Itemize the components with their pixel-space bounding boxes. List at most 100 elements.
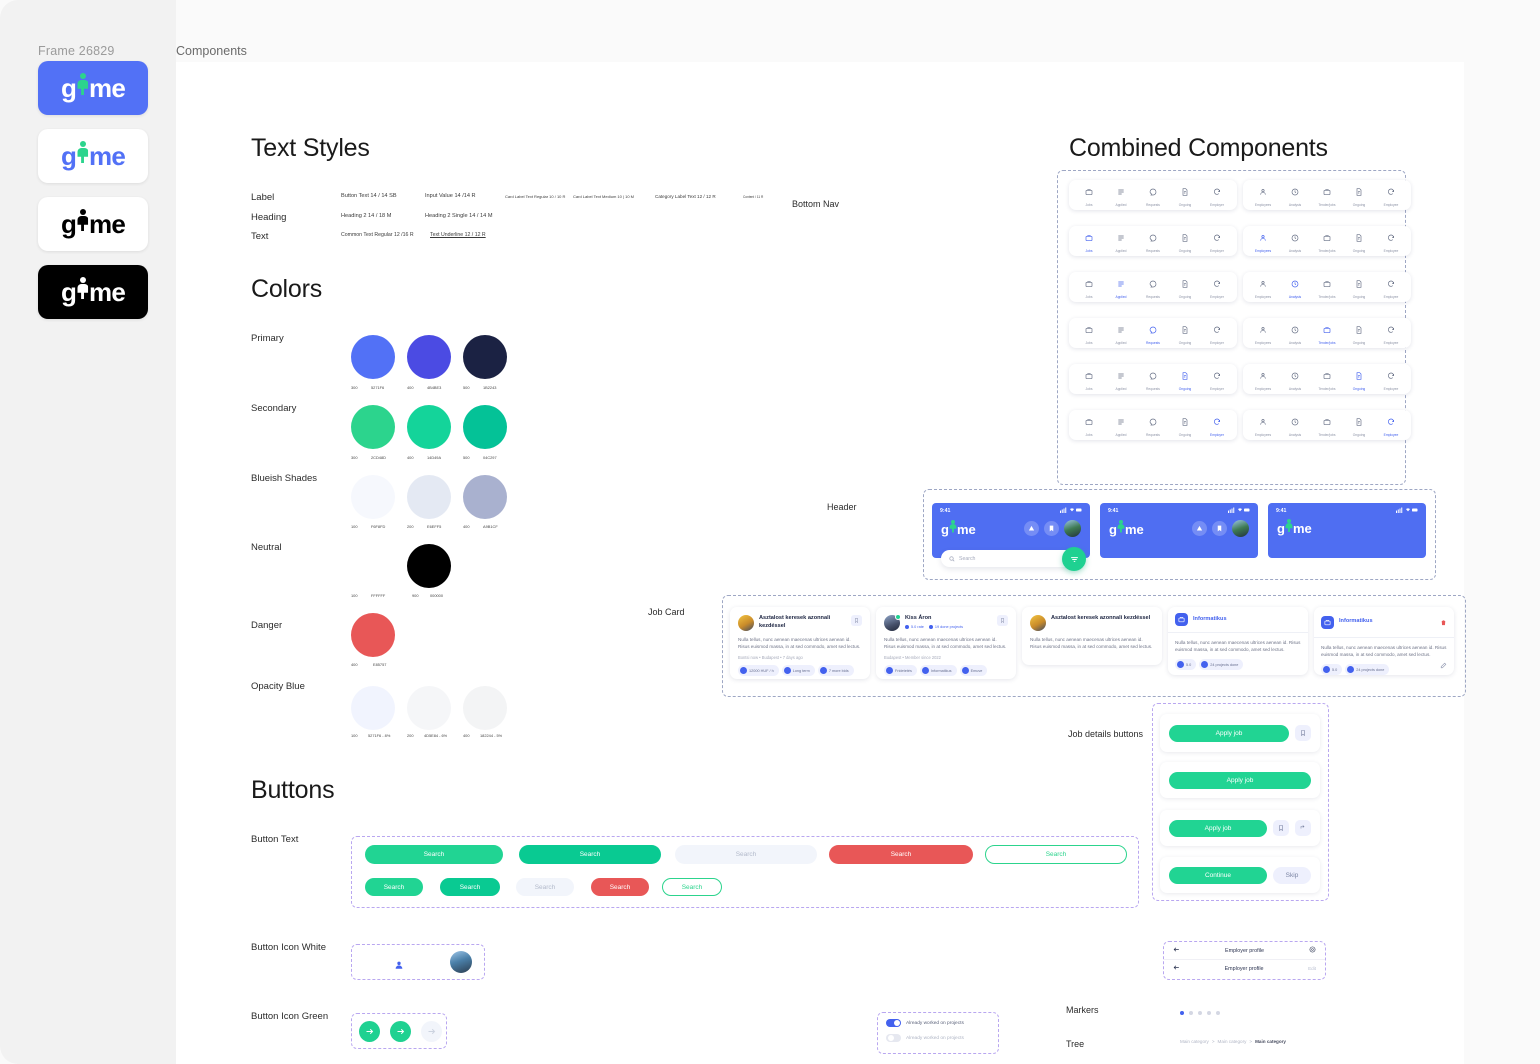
nav-item-jobs[interactable]: Jobs <box>1074 321 1105 345</box>
nav-item-ongoing[interactable]: Ongoing <box>1344 367 1375 391</box>
nav-item-analysis[interactable]: Analysis <box>1280 229 1311 253</box>
nav-item-applied[interactable]: Applied <box>1106 229 1137 253</box>
back-arrow-icon[interactable] <box>1173 964 1180 973</box>
nav-item-tender-jobs[interactable]: Tender/jobs <box>1312 229 1343 253</box>
swatch-secondary-500[interactable] <box>463 405 507 449</box>
nav-item-employee[interactable]: Employee <box>1376 183 1407 207</box>
job-card-5[interactable]: Informatikus Nulla tellus, nunc aenean m… <box>1314 607 1454 676</box>
swatch-danger-400[interactable] <box>351 613 395 657</box>
nav-item-employer[interactable]: Employer <box>1202 275 1233 299</box>
nav-item-jobs[interactable]: Jobs <box>1074 229 1105 253</box>
button-search-sm-danger[interactable]: Search <box>591 878 649 896</box>
nav-item-tender-jobs[interactable]: Tender/jobs <box>1312 275 1343 299</box>
continue-button[interactable]: Continue <box>1169 866 1267 884</box>
toggle-switch-off[interactable] <box>886 1034 901 1042</box>
share-icon[interactable] <box>1295 820 1311 836</box>
swatch-opacity-200[interactable] <box>407 686 451 730</box>
swatch-secondary-300[interactable] <box>351 405 395 449</box>
nav-item-employees[interactable]: Employees <box>1248 183 1279 207</box>
person-add-icon[interactable] <box>394 957 404 975</box>
marker-dot[interactable] <box>1216 1011 1220 1015</box>
nav-item-requests[interactable]: Requests <box>1138 229 1169 253</box>
settings-icon[interactable] <box>1309 946 1316 955</box>
edit-action[interactable]: Edit <box>1308 966 1316 971</box>
marker-dot[interactable] <box>1189 1011 1193 1015</box>
tree-breadcrumb[interactable]: Main category > Main category > Main categor… <box>1180 1039 1286 1044</box>
job-card-4[interactable]: Informatikus Nulla tellus, nunc aenean m… <box>1168 607 1308 675</box>
green-icon-button-disabled[interactable] <box>421 1021 442 1042</box>
nav-item-tender-jobs[interactable]: Tender/jobs <box>1312 183 1343 207</box>
nav-item-employee[interactable]: Employee <box>1376 229 1407 253</box>
swatch-blueish-200[interactable] <box>407 475 451 519</box>
nav-item-ongoing[interactable]: Ongoing <box>1344 183 1375 207</box>
nav-item-analysis[interactable]: Analysis <box>1280 183 1311 207</box>
job-card-3[interactable]: Asztalost keresek azonnali kezdéssel Nul… <box>1022 607 1162 665</box>
nav-item-analysis[interactable]: Analysis <box>1280 367 1311 391</box>
nav-item-requests[interactable]: Requests <box>1138 183 1169 207</box>
breadcrumb-crumb[interactable]: Main category <box>1255 1039 1286 1044</box>
nav-item-requests[interactable]: Requests <box>1138 367 1169 391</box>
nav-item-employer[interactable]: Employer <box>1202 229 1233 253</box>
nav-item-employees[interactable]: Employees <box>1248 413 1279 437</box>
button-search-sm-ghost[interactable]: Search <box>516 878 574 896</box>
notification-icon[interactable] <box>1024 521 1039 536</box>
job-card-2[interactable]: Kiss Áron 5.0 rate 19 done projects Null… <box>876 607 1016 679</box>
bookmark-icon[interactable] <box>997 615 1008 626</box>
nav-item-tender-jobs[interactable]: Tender/jobs <box>1312 413 1343 437</box>
nav-item-ongoing[interactable]: Ongoing <box>1344 275 1375 299</box>
edit-icon[interactable] <box>1440 656 1447 674</box>
nav-item-requests[interactable]: Requests <box>1138 321 1169 345</box>
button-search-sm-primary-green[interactable]: Search <box>365 878 423 896</box>
apply-job-button[interactable]: Apply job <box>1169 724 1289 742</box>
swatch-primary-500[interactable] <box>463 335 507 379</box>
nav-item-ongoing[interactable]: Ongoing <box>1170 183 1201 207</box>
nav-item-jobs[interactable]: Jobs <box>1074 275 1105 299</box>
logo-variant-white-color[interactable]: g me <box>38 129 148 183</box>
bookmark-icon[interactable] <box>851 615 862 626</box>
nav-item-jobs[interactable]: Jobs <box>1074 367 1105 391</box>
swatch-opacity-100[interactable] <box>351 686 395 730</box>
nav-item-applied[interactable]: Applied <box>1106 413 1137 437</box>
button-search-sm-deep-green[interactable]: Search <box>440 878 500 896</box>
nav-item-requests[interactable]: Requests <box>1138 275 1169 299</box>
marker-dot[interactable] <box>1180 1011 1184 1015</box>
nav-item-ongoing[interactable]: Ongoing <box>1344 229 1375 253</box>
button-search-deep-green[interactable]: Search <box>519 845 661 864</box>
swatch-primary-400[interactable] <box>407 335 451 379</box>
nav-item-employees[interactable]: Employees <box>1248 275 1279 299</box>
nav-item-employees[interactable]: Employees <box>1248 229 1279 253</box>
toggle-row-on[interactable]: Already worked on projects <box>878 1013 998 1030</box>
button-search-ghost[interactable]: Search <box>675 845 817 864</box>
bookmark-icon[interactable] <box>1273 820 1289 836</box>
apply-job-button[interactable]: Apply job <box>1169 771 1311 789</box>
toggle-row-off[interactable]: Already worked on projects <box>878 1030 998 1046</box>
swatch-neutral-900[interactable] <box>407 544 451 588</box>
nav-item-employee[interactable]: Employee <box>1376 275 1407 299</box>
nav-item-ongoing[interactable]: Ongoing <box>1170 321 1201 345</box>
bookmark-icon[interactable] <box>1044 521 1059 536</box>
button-search-primary-green[interactable]: Search <box>365 845 503 864</box>
nav-item-tender-jobs[interactable]: Tender/jobs <box>1312 367 1343 391</box>
nav-item-employee[interactable]: Employee <box>1376 321 1407 345</box>
nav-item-ongoing[interactable]: Ongoing <box>1344 321 1375 345</box>
filter-fab-button[interactable] <box>1062 547 1086 571</box>
bookmark-icon[interactable] <box>1212 521 1227 536</box>
swatch-blueish-400[interactable] <box>463 475 507 519</box>
logo-variant-white-black[interactable]: g me <box>38 197 148 251</box>
marker-dot[interactable] <box>1207 1011 1211 1015</box>
button-search-sm-outline[interactable]: Search <box>662 878 722 896</box>
search-input[interactable]: Search <box>941 550 1081 567</box>
breadcrumb-crumb[interactable]: Main category <box>1218 1039 1247 1044</box>
green-icon-button-1[interactable] <box>359 1021 380 1042</box>
nav-item-ongoing[interactable]: Ongoing <box>1170 367 1201 391</box>
nav-item-employees[interactable]: Employees <box>1248 367 1279 391</box>
nav-item-employee[interactable]: Employee <box>1376 413 1407 437</box>
apply-job-button[interactable]: Apply job <box>1169 819 1267 837</box>
logo-variant-blue[interactable]: g me <box>38 61 148 115</box>
swatch-opacity-400[interactable] <box>463 686 507 730</box>
nav-item-employer[interactable]: Employer <box>1202 183 1233 207</box>
logo-variant-black[interactable]: g me <box>38 265 148 319</box>
nav-item-analysis[interactable]: Analysis <box>1280 275 1311 299</box>
delete-icon[interactable] <box>1440 613 1447 631</box>
bookmark-icon[interactable] <box>1295 725 1311 741</box>
